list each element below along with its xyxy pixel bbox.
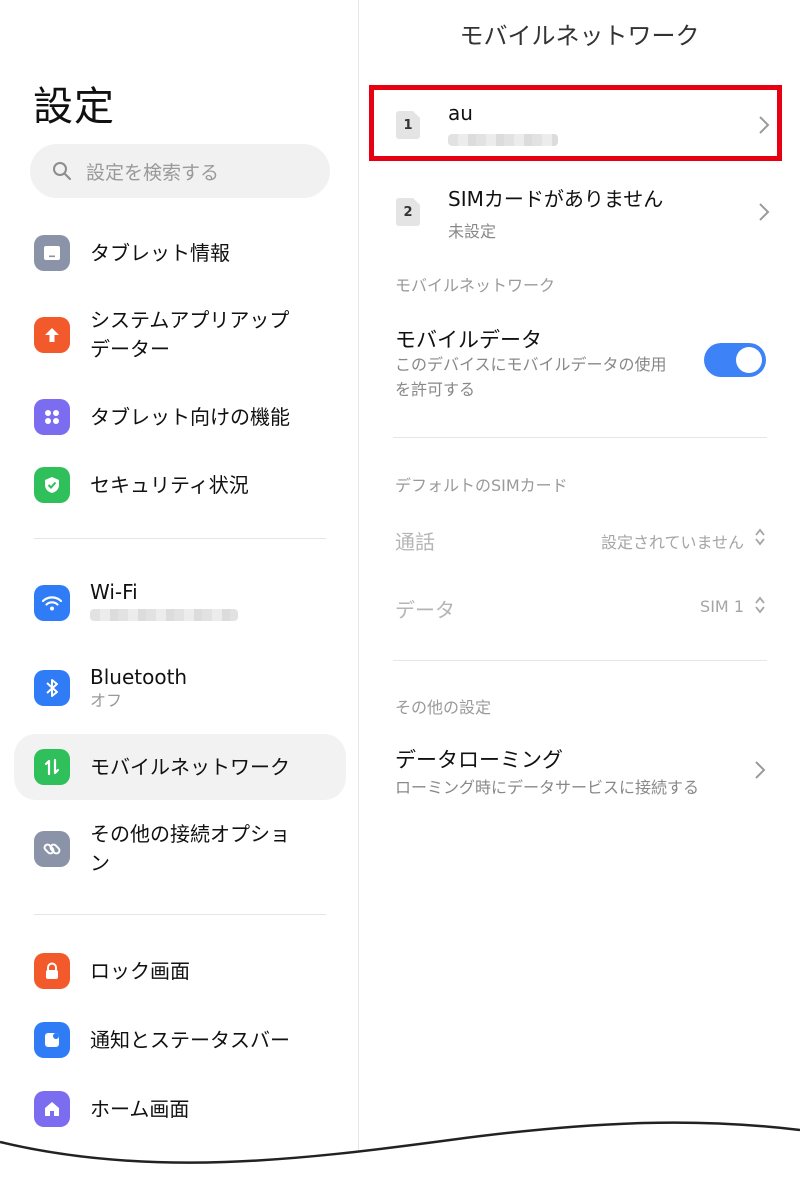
sidebar-item-wifi[interactable]: Wi-Fi bbox=[14, 575, 346, 631]
mobile-network-pane: モバイルネットワーク 1 au 2 SIMカードがありません 未設定 モバイルネ… bbox=[359, 0, 800, 1200]
data-value: SIM 1 bbox=[700, 597, 744, 616]
sidebar-item-mobile-network[interactable]: モバイルネットワーク bbox=[14, 734, 346, 800]
sidebar-item-label: 通知とステータスバー bbox=[90, 1028, 290, 1052]
grid-dots-icon bbox=[34, 399, 70, 435]
bluetooth-status: オフ bbox=[90, 691, 123, 711]
data-label: データ bbox=[395, 598, 455, 622]
chevron-right-icon bbox=[755, 761, 766, 779]
section-header-mobile-network: モバイルネットワーク bbox=[395, 276, 556, 295]
divider bbox=[34, 914, 326, 915]
wifi-icon bbox=[34, 585, 70, 621]
mobile-data-title: モバイルデータ bbox=[395, 328, 542, 352]
arrow-up-icon bbox=[34, 317, 70, 353]
sim-2-row[interactable]: 2 SIMカードがありません 未設定 bbox=[359, 182, 800, 242]
sidebar-item-label: モバイルネットワーク bbox=[90, 755, 290, 779]
sidebar-item-label: その他の接続オプショ ン bbox=[90, 822, 290, 875]
sidebar-item-notifications[interactable]: 通知とステータスバー bbox=[14, 1018, 346, 1062]
sidebar-item-other-connections[interactable]: その他の接続オプショ ン bbox=[14, 818, 346, 880]
pane-title: モバイルネットワーク bbox=[459, 22, 700, 50]
page-title: 設定 bbox=[33, 84, 115, 130]
chevron-right-icon bbox=[759, 203, 770, 221]
notification-icon bbox=[34, 1022, 70, 1058]
search-placeholder: 設定を検索する bbox=[86, 161, 220, 184]
call-label: 通話 bbox=[395, 530, 435, 554]
up-down-arrow-icon bbox=[755, 528, 765, 546]
sidebar-item-tablet-features[interactable]: タブレット向けの機能 bbox=[14, 395, 346, 439]
sidebar-item-lock-screen[interactable]: ロック画面 bbox=[14, 949, 346, 993]
divider bbox=[393, 437, 767, 438]
sim-2-status: 未設定 bbox=[448, 221, 497, 241]
settings-sidebar: 設定 設定を検索する タブレット情報 システムアプリアップ データー タブレット… bbox=[0, 0, 358, 1200]
sidebar-item-label: ロック画面 bbox=[90, 959, 190, 983]
up-down-arrow-icon bbox=[755, 596, 765, 614]
section-header-default-sim: デフォルトのSIMカード bbox=[395, 476, 568, 495]
mobile-data-description: このデバイスにモバイルデータの使用 を許可する bbox=[395, 355, 667, 399]
search-icon bbox=[52, 160, 74, 182]
link-icon bbox=[34, 831, 70, 867]
call-value: 設定されていません bbox=[600, 533, 744, 552]
mobile-data-toggle[interactable] bbox=[704, 343, 766, 377]
mobile-data-icon bbox=[34, 749, 70, 785]
wifi-ssid-redacted bbox=[90, 609, 238, 622]
sidebar-item-tablet-info[interactable]: タブレット情報 bbox=[14, 231, 346, 275]
torn-edge-decoration bbox=[0, 1121, 800, 1200]
divider bbox=[34, 538, 326, 539]
sidebar-item-label: セキュリティ状況 bbox=[90, 473, 249, 497]
data-roaming-description: ローミング時にデータサービスに接続する bbox=[395, 778, 700, 797]
bluetooth-icon bbox=[34, 670, 70, 706]
sim-2-name: SIMカードがありません bbox=[448, 186, 664, 211]
sim-card-icon: 2 bbox=[396, 198, 420, 226]
sidebar-item-bluetooth[interactable]: Bluetooth オフ bbox=[14, 660, 346, 716]
sidebar-item-label: システムアプリアップ データー bbox=[90, 308, 290, 361]
data-roaming-title: データローミング bbox=[395, 748, 563, 772]
section-header-other-settings: その他の設定 bbox=[395, 698, 492, 717]
highlight-box-sim-1 bbox=[369, 85, 782, 161]
sidebar-item-security[interactable]: セキュリティ状況 bbox=[14, 463, 346, 507]
sidebar-item-system-update[interactable]: システムアプリアップ データー bbox=[14, 305, 346, 365]
divider bbox=[393, 660, 767, 661]
shield-check-icon bbox=[34, 467, 70, 503]
sidebar-item-label: タブレット情報 bbox=[90, 241, 230, 265]
sidebar-item-label: Bluetooth bbox=[90, 665, 188, 690]
lock-icon bbox=[34, 953, 70, 989]
search-input[interactable]: 設定を検索する bbox=[30, 144, 330, 198]
tablet-icon bbox=[34, 235, 70, 271]
sidebar-item-label: タブレット向けの機能 bbox=[90, 405, 290, 429]
sidebar-item-label: Wi-Fi bbox=[90, 580, 138, 605]
